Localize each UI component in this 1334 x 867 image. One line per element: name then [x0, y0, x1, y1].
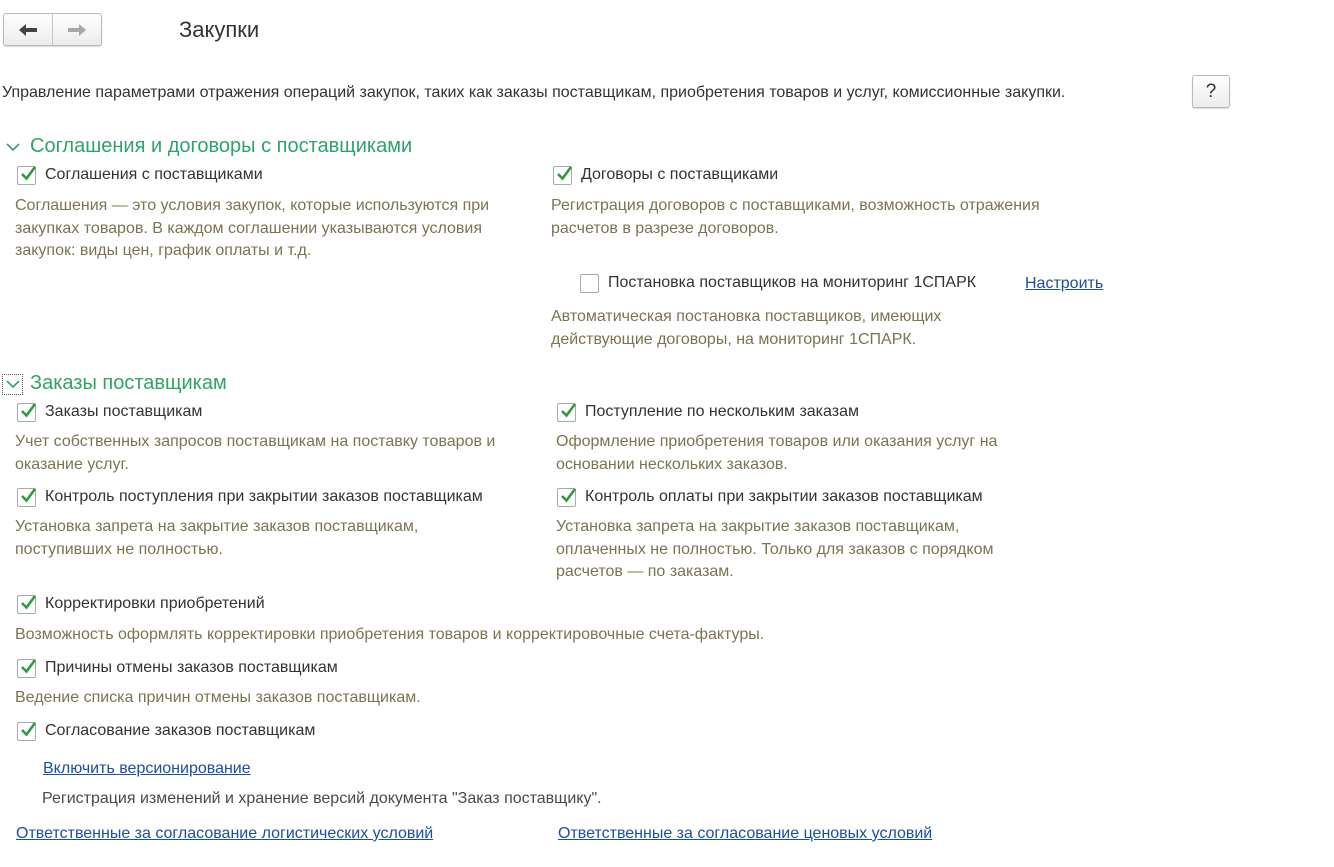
agreements-label[interactable]: Соглашения с поставщиками — [45, 166, 263, 184]
purchase-adjustments-checkbox[interactable] — [17, 595, 37, 614]
section-title-agreements: Соглашения и договоры с поставщиками — [30, 135, 413, 157]
checkmark-icon — [21, 488, 37, 503]
multi-order-receipt-checkbox[interactable] — [557, 403, 577, 422]
purchase-adjustments-description: Возможность оформлять корректировки прио… — [15, 626, 765, 643]
section-title-orders: Заказы поставщикам — [30, 372, 227, 394]
collapse-section-orders-button[interactable] — [2, 374, 23, 395]
supplier-orders-label[interactable]: Заказы поставщикам — [45, 403, 202, 421]
order-approval-label[interactable]: Согласование заказов поставщикам — [45, 722, 315, 740]
back-button[interactable] — [4, 14, 52, 45]
forward-button[interactable] — [52, 14, 101, 45]
contracts-checkbox[interactable] — [553, 166, 573, 185]
help-button[interactable]: ? — [1192, 75, 1230, 108]
receipt-control-description: Установка запрета на закрытие заказов по… — [15, 518, 419, 558]
multi-order-receipt-label[interactable]: Поступление по нескольким заказам — [585, 403, 859, 421]
arrow-right-icon — [68, 23, 86, 36]
cancel-reasons-label[interactable]: Причины отмены заказов поставщикам — [45, 659, 338, 677]
chevron-down-icon — [5, 380, 20, 389]
supplier-orders-description: Учет собственных запросов поставщикам на… — [15, 433, 496, 473]
checkmark-icon — [561, 403, 577, 418]
agreements-description: Соглашения — это условия закупок, которы… — [15, 197, 490, 259]
payment-control-label[interactable]: Контроль оплаты при закрытии заказов пос… — [585, 488, 983, 506]
checkmark-icon — [21, 166, 37, 181]
receipt-control-label[interactable]: Контроль поступления при закрытии заказо… — [45, 488, 483, 506]
spark-monitoring-description: Автоматическая постановка поставщиков, и… — [551, 308, 942, 348]
collapse-section-agreements-button[interactable] — [4, 138, 22, 156]
spark-monitoring-checkbox[interactable] — [580, 274, 599, 293]
checkmark-icon — [21, 595, 37, 610]
agreements-checkbox[interactable] — [17, 166, 37, 185]
multi-order-receipt-description: Оформление приобретения товаров или оказ… — [556, 433, 998, 473]
checkmark-icon — [561, 488, 577, 503]
supplier-orders-checkbox[interactable] — [17, 403, 37, 422]
enable-versioning-link[interactable]: Включить версионирование — [43, 760, 251, 778]
payment-control-checkbox[interactable] — [557, 488, 577, 507]
purchase-adjustments-label[interactable]: Корректировки приобретений — [45, 595, 265, 613]
logistics-approvers-link[interactable]: Ответственные за согласование логистичес… — [16, 825, 433, 843]
payment-control-description: Установка запрета на закрытие заказов по… — [556, 518, 994, 580]
arrow-left-icon — [19, 23, 37, 36]
page-description: Управление параметрами отражения операци… — [2, 84, 1066, 101]
chevron-down-icon — [6, 142, 20, 151]
contracts-label[interactable]: Договоры с поставщиками — [581, 166, 778, 184]
cancel-reasons-description: Ведение списка причин отмены заказов пос… — [15, 689, 421, 706]
checkmark-icon — [21, 722, 37, 737]
spark-monitoring-label[interactable]: Постановка поставщиков на мониторинг 1СП… — [608, 274, 976, 292]
checkmark-icon — [21, 403, 37, 418]
price-approvers-link[interactable]: Ответственные за согласование ценовых ус… — [558, 825, 932, 843]
page-title: Закупки — [179, 17, 260, 42]
spark-configure-link[interactable]: Настроить — [1025, 275, 1103, 293]
receipt-control-checkbox[interactable] — [17, 488, 37, 507]
order-approval-checkbox[interactable] — [17, 722, 37, 741]
contracts-description: Регистрация договоров с поставщиками, во… — [551, 197, 1040, 237]
versioning-description: Регистрация изменений и хранение версий … — [42, 790, 602, 807]
cancel-reasons-checkbox[interactable] — [17, 659, 37, 678]
checkmark-icon — [557, 166, 573, 181]
checkmark-icon — [21, 659, 37, 674]
navigation-buttons — [3, 13, 102, 46]
